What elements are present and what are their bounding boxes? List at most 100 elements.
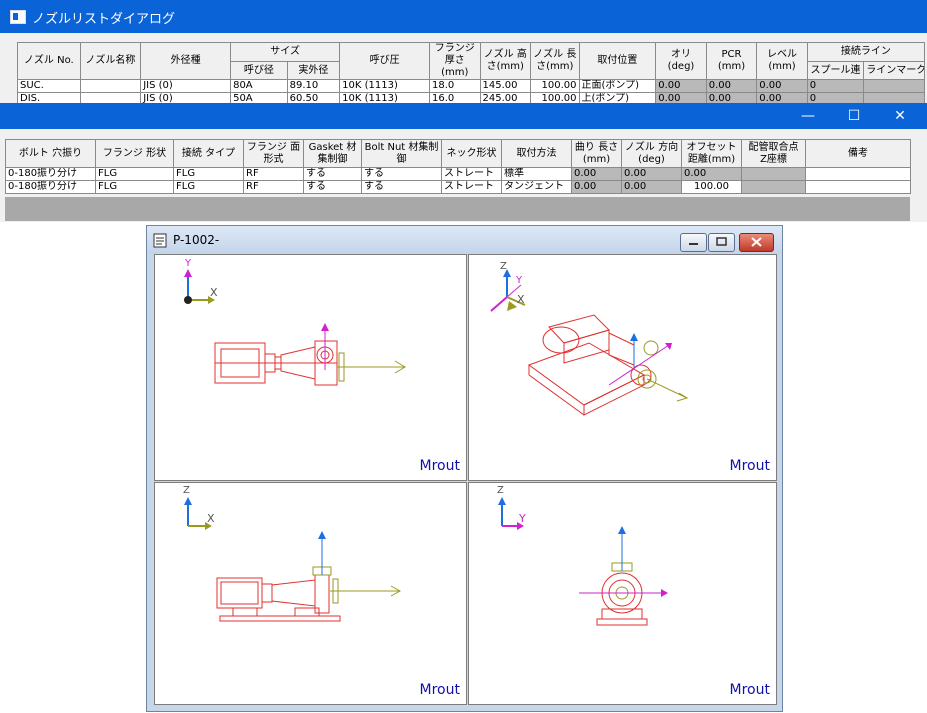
front-view-drawing [184,497,402,622]
maximize-icon [716,237,727,246]
col-line[interactable]: 接続ライン [806,41,926,63]
cell-remarks[interactable] [805,167,911,181]
col-bolt-nut[interactable]: Bolt Nut 材集制御 [361,139,442,168]
cell-dir[interactable]: 0.00 [621,167,682,181]
close-button[interactable]: ✕ [877,103,923,129]
cell-gasket[interactable]: する [303,167,362,181]
maximize-button[interactable] [708,233,735,252]
col-pcr[interactable]: PCR (mm) [705,42,758,80]
cell-ori[interactable]: 0.00 [655,79,707,93]
col-spool[interactable]: スプール連 [806,61,865,80]
viewport-front[interactable]: Z X Mrout [154,482,467,705]
axis-x-label: X [207,512,215,525]
col-nozzle-no[interactable]: ノズル No. [17,42,81,80]
cell-name[interactable] [79,79,142,93]
cell-bolt[interactable]: 0-180振り分け [5,167,96,181]
axis-z-label: Z [183,485,190,496]
cell-offset[interactable]: 0.00 [681,167,742,181]
cad-title-bar: P-1002- [147,226,782,254]
table-row[interactable]: 0-180振り分け FLG FLG RF する する ストレート タンジェント … [5,180,911,194]
col-actual-od[interactable]: 実外径 [286,61,341,80]
cell-dir[interactable]: 0.00 [621,180,682,194]
col-offset[interactable]: オフセット 距離(mm) [681,139,742,168]
cell-flange[interactable]: 18.0 [429,79,481,93]
col-flange-face[interactable]: フランジ 面形式 [243,139,304,168]
viewport-side[interactable]: Z Y Mrout [468,482,777,705]
mrout-label: Mrout [729,458,770,474]
cell-type[interactable]: FLG [173,180,244,194]
dialog-body: ノズル No. ノズル名称 外径種 サイズ 呼び圧 フランジ 厚さ(mm) ノズ… [0,33,927,106]
minimize-button[interactable]: — [785,103,831,129]
cell-offset[interactable]: 100.00 [681,180,742,194]
cell-neck[interactable]: ストレート [441,180,502,194]
minimize-icon [689,243,698,245]
col-z-coord[interactable]: 配管取合点 Z座標 [741,139,806,168]
col-flange-shape[interactable]: フランジ 形状 [95,139,174,168]
cell-z[interactable] [741,180,806,194]
cell-boltnut[interactable]: する [361,180,442,194]
col-ori[interactable]: オリ (deg) [655,42,707,80]
dialog-title: ノズルリストダイアログ [32,12,176,27]
dialog-title-bar: ノズルリストダイアログ [0,0,927,33]
cell-method[interactable]: タンジェント [501,180,572,194]
dialog-window-icon [10,10,26,24]
viewport-isometric[interactable]: Z Y X Mrout [468,254,777,481]
col-nominal[interactable]: 呼び径 [230,61,288,80]
cell-type[interactable]: FLG [173,167,244,181]
col-neck[interactable]: ネック形状 [441,139,502,168]
cell-position[interactable]: 正面(ポンプ) [578,79,657,93]
col-bend-len[interactable]: 曲り 長さ(mm) [571,139,622,168]
cell-neck[interactable]: ストレート [441,167,502,181]
col-gasket[interactable]: Gasket 材集制御 [303,139,362,168]
cell-type[interactable]: JIS (0) [140,79,232,93]
cell-shape[interactable]: FLG [95,167,174,181]
col-conn-type[interactable]: 接続 タイプ [173,139,244,168]
cell-remarks[interactable] [805,180,911,194]
cell-boltnut[interactable]: する [361,167,442,181]
mrout-label: Mrout [419,682,460,698]
cell-pcr[interactable]: 0.00 [705,79,758,93]
col-remarks[interactable]: 備考 [805,139,911,168]
cell-length[interactable]: 100.00 [530,79,580,93]
cell-face[interactable]: RF [243,180,304,194]
col-flange-thickness[interactable]: フランジ 厚さ(mm) [429,42,481,80]
table-row[interactable]: SUC. JIS (0) 80A 89.10 10K (1113) 18.0 1… [17,79,925,93]
col-outer-type[interactable]: 外径種 [140,42,232,80]
col-nozzle-name[interactable]: ノズル名称 [79,42,142,80]
cell-shape[interactable]: FLG [95,180,174,194]
cell-face[interactable]: RF [243,167,304,181]
col-line-mark[interactable]: ラインマーク [863,61,925,80]
cell-level[interactable]: 0.00 [756,79,808,93]
col-method[interactable]: 取付方法 [501,139,572,168]
cell-bolt[interactable]: 0-180振り分け [5,180,96,194]
col-position[interactable]: 取付位置 [578,42,657,80]
cell-bend[interactable]: 0.00 [571,180,622,194]
cell-nominal[interactable]: 80A [230,79,288,93]
cell-height[interactable]: 145.00 [479,79,532,93]
table-row[interactable]: 0-180振り分け FLG FLG RF する する ストレート 標準 0.00… [5,167,911,181]
col-size[interactable]: サイズ [230,41,341,63]
cell-line-mark[interactable] [863,79,925,93]
minimize-button[interactable] [680,233,707,252]
cell-bend[interactable]: 0.00 [571,167,622,181]
col-level[interactable]: レベル (mm) [756,42,808,80]
viewport-top[interactable]: Y X Mrout [154,254,467,481]
col-pressure[interactable]: 呼び圧 [339,42,431,80]
cell-z[interactable] [741,167,806,181]
col-bolt[interactable]: ボルト 穴振り [5,139,96,168]
cell-method[interactable]: 標準 [501,167,572,181]
axis-y-label: Y [185,258,192,269]
close-button[interactable] [739,233,774,252]
cell-gasket[interactable]: する [303,180,362,194]
col-nozzle-height[interactable]: ノズル 高さ(mm) [479,42,532,80]
col-nozzle-length[interactable]: ノズル 長さ(mm) [530,42,580,80]
axis-y-label: Y [519,512,526,525]
cell-od[interactable]: 89.10 [286,79,341,93]
nozzle-detail-table: ボルト 穴振り フランジ 形状 接続 タイプ フランジ 面形式 Gasket 材… [5,139,911,194]
cell-no[interactable]: SUC. [17,79,81,93]
col-nozzle-dir[interactable]: ノズル 方向(deg) [621,139,682,168]
cell-spool[interactable]: 0 [806,79,865,93]
cell-pressure[interactable]: 10K (1113) [339,79,431,93]
nozzle-table: ノズル No. ノズル名称 外径種 サイズ 呼び圧 フランジ 厚さ(mm) ノズ… [17,41,926,106]
maximize-button[interactable]: ☐ [831,103,877,129]
